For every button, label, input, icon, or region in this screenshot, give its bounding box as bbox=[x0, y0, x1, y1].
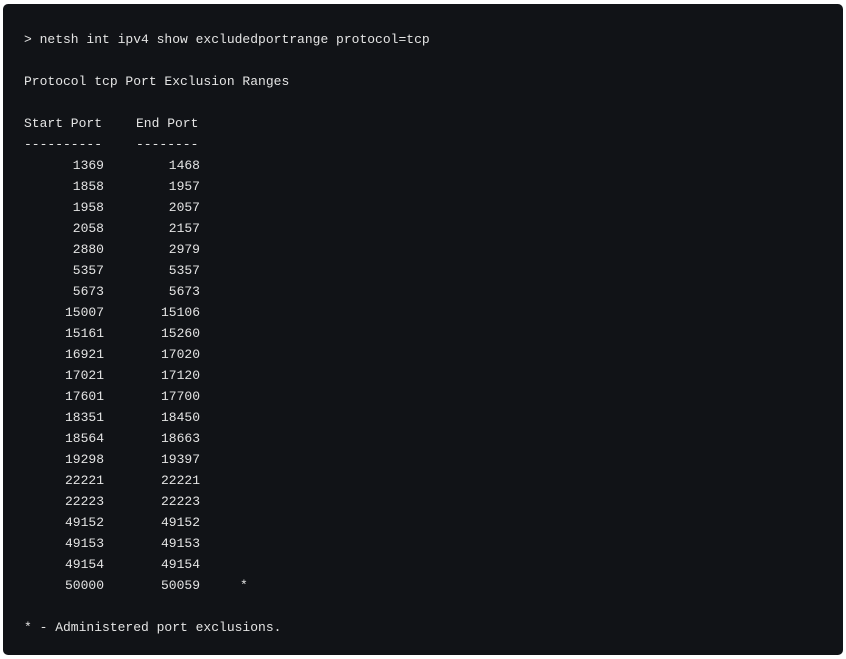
table-row: 2058 2157 bbox=[24, 218, 843, 239]
end-port-value: 5673 bbox=[168, 284, 200, 299]
table-row: 22223 22223 bbox=[24, 491, 843, 512]
end-port-value: 17700 bbox=[160, 389, 200, 404]
table-row: 15161 15260 bbox=[24, 323, 843, 344]
start-port-value: 17601 bbox=[64, 389, 104, 404]
end-port-value: 1468 bbox=[168, 158, 200, 173]
start-port-value: 18564 bbox=[64, 431, 104, 446]
table-row: 1369 1468 bbox=[24, 155, 843, 176]
start-port-value: 1958 bbox=[72, 200, 104, 215]
end-port-value: 2057 bbox=[168, 200, 200, 215]
terminal-window: > netsh int ipv4 show excludedportrange … bbox=[3, 4, 843, 655]
end-port-rule: -------- bbox=[136, 137, 199, 152]
end-port-value: 49152 bbox=[160, 515, 200, 530]
start-port-value: 5357 bbox=[72, 263, 104, 278]
table-row: 17021 17120 bbox=[24, 365, 843, 386]
end-port-value: 1957 bbox=[168, 179, 200, 194]
table-row: 2880 2979 bbox=[24, 239, 843, 260]
end-port-value: 17020 bbox=[160, 347, 200, 362]
administered-marker: * bbox=[240, 578, 248, 593]
table-row: 22221 22221 bbox=[24, 470, 843, 491]
start-port-value: 15161 bbox=[64, 326, 104, 341]
output-title: Protocol tcp Port Exclusion Ranges bbox=[24, 74, 290, 89]
start-port-value: 18351 bbox=[64, 410, 104, 425]
start-port-value: 19298 bbox=[64, 452, 104, 467]
table-row: 49154 49154 bbox=[24, 554, 843, 575]
end-port-value: 22221 bbox=[160, 473, 200, 488]
port-range-list: 1369 1468 1858 1957 1958 2057 2058 2157 2880 2979… bbox=[24, 155, 843, 596]
table-row: 19298 19397 bbox=[24, 449, 843, 470]
end-port-value: 22223 bbox=[160, 494, 200, 509]
end-port-value: 18450 bbox=[160, 410, 200, 425]
start-port-value: 50000 bbox=[64, 578, 104, 593]
start-port-value: 16921 bbox=[64, 347, 104, 362]
table-row: 15007 15106 bbox=[24, 302, 843, 323]
start-port-rule: ---------- bbox=[24, 137, 103, 152]
end-port-value: 18663 bbox=[160, 431, 200, 446]
command-line: > netsh int ipv4 show excludedportrange … bbox=[24, 32, 430, 47]
start-port-value: 49152 bbox=[64, 515, 104, 530]
end-port-value: 2979 bbox=[168, 242, 200, 257]
end-port-value: 50059 bbox=[160, 578, 200, 593]
start-port-header: Start Port bbox=[24, 116, 103, 131]
end-port-value: 5357 bbox=[168, 263, 200, 278]
table-row: 18351 18450 bbox=[24, 407, 843, 428]
header-rules: ---------- -------- bbox=[24, 134, 843, 155]
start-port-value: 15007 bbox=[64, 305, 104, 320]
start-port-value: 1858 bbox=[72, 179, 104, 194]
table-row: 16921 17020 bbox=[24, 344, 843, 365]
footnote: * - Administered port exclusions. bbox=[24, 620, 282, 635]
table-row: 17601 17700 bbox=[24, 386, 843, 407]
table-row: 5357 5357 bbox=[24, 260, 843, 281]
end-port-value: 15260 bbox=[160, 326, 200, 341]
end-port-value: 15106 bbox=[160, 305, 200, 320]
end-port-value: 19397 bbox=[160, 452, 200, 467]
table-row: 5673 5673 bbox=[24, 281, 843, 302]
end-port-value: 2157 bbox=[168, 221, 200, 236]
end-port-value: 49153 bbox=[160, 536, 200, 551]
table-row: 1858 1957 bbox=[24, 176, 843, 197]
start-port-value: 1369 bbox=[72, 158, 104, 173]
start-port-value: 2058 bbox=[72, 221, 104, 236]
end-port-header: End Port bbox=[136, 116, 199, 131]
end-port-value: 17120 bbox=[160, 368, 200, 383]
table-row: 1958 2057 bbox=[24, 197, 843, 218]
table-row: 49152 49152 bbox=[24, 512, 843, 533]
start-port-value: 2880 bbox=[72, 242, 104, 257]
start-port-value: 49153 bbox=[64, 536, 104, 551]
column-headers: Start Port End Port bbox=[24, 113, 843, 134]
start-port-value: 17021 bbox=[64, 368, 104, 383]
start-port-value: 5673 bbox=[72, 284, 104, 299]
table-row: 18564 18663 bbox=[24, 428, 843, 449]
start-port-value: 22221 bbox=[64, 473, 104, 488]
table-row: 50000 50059 * bbox=[24, 575, 843, 596]
table-row: 49153 49153 bbox=[24, 533, 843, 554]
end-port-value: 49154 bbox=[160, 557, 200, 572]
start-port-value: 49154 bbox=[64, 557, 104, 572]
start-port-value: 22223 bbox=[64, 494, 104, 509]
